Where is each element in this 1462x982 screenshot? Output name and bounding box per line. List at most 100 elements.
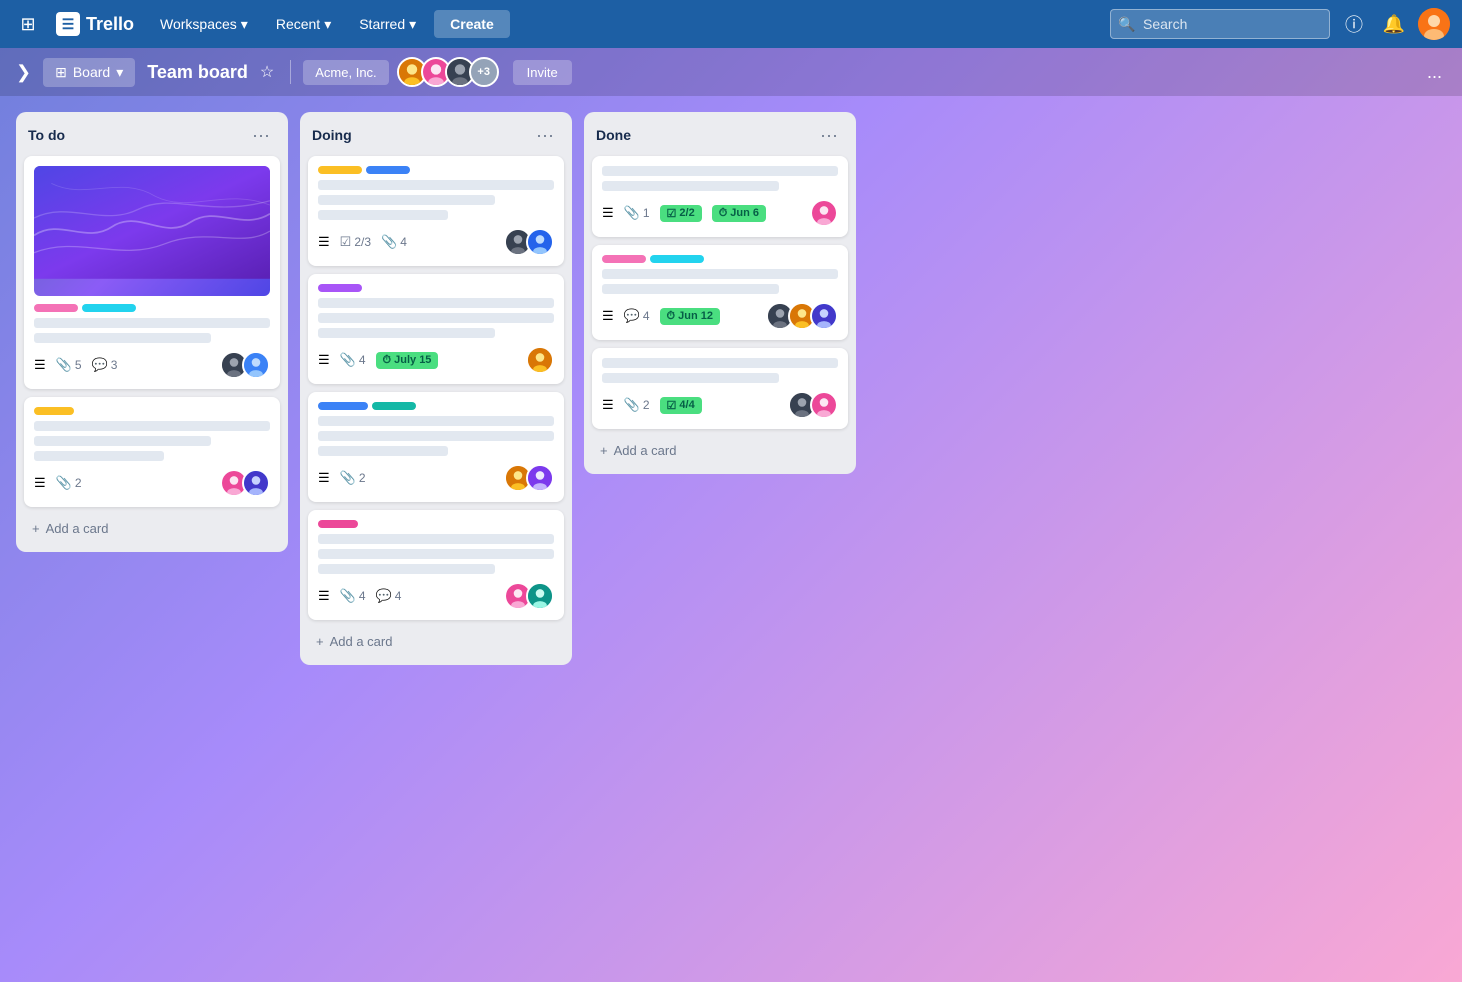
workspace-button[interactable]: Acme, Inc. bbox=[303, 60, 388, 85]
card-avatar[interactable] bbox=[810, 302, 838, 330]
menu-icon: ☰ bbox=[602, 397, 614, 413]
trello-logo[interactable]: ☰ Trello bbox=[56, 12, 134, 36]
card-doing-1-avatars bbox=[504, 228, 554, 256]
attachment-icon: 📎 bbox=[381, 234, 397, 250]
add-card-doing-button[interactable]: + Add a card bbox=[308, 628, 564, 655]
column-done-title: Done bbox=[596, 127, 631, 143]
column-todo-menu[interactable]: ··· bbox=[246, 124, 276, 146]
card-doing-2-footer: ☰ 📎 4 ⏱ July 15 bbox=[318, 346, 554, 374]
label-blue bbox=[318, 402, 368, 410]
attachments-count: 📎 4 bbox=[340, 352, 366, 368]
card-avatar[interactable] bbox=[242, 351, 270, 379]
card-todo-2-avatars bbox=[220, 469, 270, 497]
card-avatar[interactable] bbox=[526, 228, 554, 256]
card-doing-4-labels bbox=[318, 520, 554, 528]
card-avatar[interactable] bbox=[810, 391, 838, 419]
label-blue bbox=[366, 166, 410, 174]
attachments-count: 📎 4 bbox=[381, 234, 407, 250]
attachments-count: 📎 4 bbox=[340, 588, 366, 604]
search-input[interactable] bbox=[1110, 9, 1330, 39]
menu-icon: ☰ bbox=[318, 352, 330, 368]
card-meta: ☰ 💬 4 ⏱ Jun 12 bbox=[602, 308, 758, 325]
comment-icon: 💬 bbox=[376, 588, 392, 604]
column-done-menu[interactable]: ··· bbox=[814, 124, 844, 146]
attachment-icon: 📎 bbox=[56, 475, 72, 491]
more-options-button[interactable]: ... bbox=[1419, 58, 1450, 87]
invite-button[interactable]: Invite bbox=[513, 60, 572, 85]
clock-icon: ⏱ bbox=[719, 207, 728, 220]
card-avatar[interactable] bbox=[526, 464, 554, 492]
comments-count: 💬 3 bbox=[92, 357, 118, 373]
check-icon: ☑ bbox=[667, 207, 677, 220]
menu-icon: ☰ bbox=[34, 357, 46, 373]
attachments-count: 📎 1 bbox=[624, 205, 650, 221]
card-todo-1-footer: ☰ 📎 5 💬 3 bbox=[34, 351, 270, 379]
card-avatar[interactable] bbox=[242, 469, 270, 497]
grid-icon[interactable]: ⊞ bbox=[12, 8, 44, 40]
comment-icon: 💬 bbox=[92, 357, 108, 373]
board: To do ··· bbox=[0, 96, 1462, 982]
recent-chevron: ▾ bbox=[324, 16, 331, 33]
card-done-3[interactable]: ☰ 📎 2 ☑ 4/4 bbox=[592, 348, 848, 429]
card-done-2[interactable]: ☰ 💬 4 ⏱ Jun 12 bbox=[592, 245, 848, 340]
workspaces-button[interactable]: Workspaces ▾ bbox=[150, 10, 258, 39]
board-icon: ⊞ bbox=[55, 64, 67, 81]
add-card-done-button[interactable]: + Add a card bbox=[592, 437, 848, 464]
comment-value: 3 bbox=[111, 358, 118, 372]
member-count[interactable]: +3 bbox=[469, 57, 499, 87]
search-wrap: 🔍 bbox=[1110, 9, 1330, 39]
recent-button[interactable]: Recent ▾ bbox=[266, 10, 341, 39]
attachment-icon: 📎 bbox=[624, 205, 640, 221]
card-avatar[interactable] bbox=[526, 582, 554, 610]
date-value: July 15 bbox=[394, 354, 431, 366]
card-done-1-footer: ☰ 📎 1 ☑ 2/2 ⏱ Jun 6 bbox=[602, 199, 838, 227]
date-badge: ⏱ Jun 6 bbox=[712, 205, 766, 222]
card-todo-1[interactable]: ☰ 📎 5 💬 3 bbox=[24, 156, 280, 389]
attachments-count: 📎 2 bbox=[340, 470, 366, 486]
navbar: ⊞ ☰ Trello Workspaces ▾ Recent ▾ Starred… bbox=[0, 0, 1462, 48]
column-doing-menu[interactable]: ··· bbox=[530, 124, 560, 146]
attachment-icon: 📎 bbox=[340, 470, 356, 486]
attachments-count: 📎 5 bbox=[56, 357, 82, 373]
card-doing-1-footer: ☰ ☑ 2/3 📎 4 bbox=[318, 228, 554, 256]
card-done-2-text bbox=[602, 269, 838, 294]
board-chevron: ▾ bbox=[116, 64, 123, 81]
label-purple bbox=[318, 284, 362, 292]
text-line bbox=[318, 180, 554, 190]
board-view-label: Board bbox=[73, 64, 110, 80]
attachments-count: 📎 2 bbox=[624, 397, 650, 413]
card-doing-1[interactable]: ☰ ☑ 2/3 📎 4 bbox=[308, 156, 564, 266]
add-card-done-label: Add a card bbox=[614, 443, 677, 458]
add-card-todo-button[interactable]: + Add a card bbox=[24, 515, 280, 542]
date-badge: ⏱ Jun 12 bbox=[660, 308, 720, 325]
info-icon-button[interactable]: ⓘ bbox=[1338, 8, 1370, 40]
card-done-3-avatars bbox=[788, 391, 838, 419]
card-doing-3-labels bbox=[318, 402, 554, 410]
text-line bbox=[602, 284, 779, 294]
user-avatar[interactable] bbox=[1418, 8, 1450, 40]
create-button[interactable]: Create bbox=[434, 10, 510, 38]
card-doing-4[interactable]: ☰ 📎 4 💬 4 bbox=[308, 510, 564, 620]
checklist-icon: ☑ bbox=[340, 234, 352, 250]
starred-button[interactable]: Starred ▾ bbox=[349, 10, 426, 39]
column-doing-title: Doing bbox=[312, 127, 352, 143]
attachment-value: 2 bbox=[643, 398, 650, 412]
notification-icon-button[interactable]: 🔔 bbox=[1378, 8, 1410, 40]
attachment-value: 4 bbox=[359, 589, 366, 603]
comments-count: 💬 4 bbox=[624, 308, 650, 324]
clock-icon: ⏱ bbox=[667, 310, 676, 323]
card-todo-2[interactable]: ☰ 📎 2 bbox=[24, 397, 280, 507]
board-view-button[interactable]: ⊞ Board ▾ bbox=[43, 58, 135, 87]
card-avatar[interactable] bbox=[810, 199, 838, 227]
card-done-1[interactable]: ☰ 📎 1 ☑ 2/2 ⏱ Jun 6 bbox=[592, 156, 848, 237]
text-line bbox=[318, 431, 554, 441]
column-todo: To do ··· bbox=[16, 112, 288, 552]
sidebar-toggle-button[interactable]: ❯ bbox=[12, 58, 35, 87]
date-badge: ⏱ July 15 bbox=[376, 352, 439, 369]
card-doing-2[interactable]: ☰ 📎 4 ⏱ July 15 bbox=[308, 274, 564, 384]
card-avatar[interactable] bbox=[526, 346, 554, 374]
text-line bbox=[34, 451, 164, 461]
star-button[interactable]: ☆ bbox=[256, 58, 278, 86]
card-doing-3[interactable]: ☰ 📎 2 bbox=[308, 392, 564, 502]
attachment-icon: 📎 bbox=[340, 352, 356, 368]
